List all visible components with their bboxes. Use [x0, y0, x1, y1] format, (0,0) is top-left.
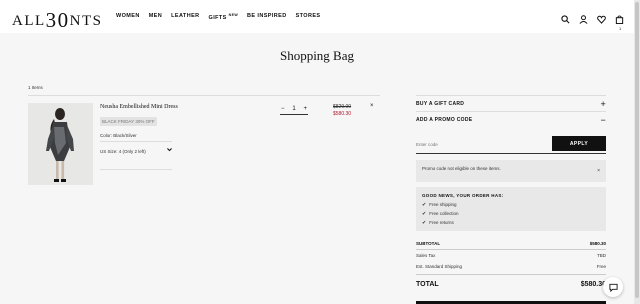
- order-benefits: GOOD NEWS, YOUR ORDER HAS: ✔ Free shippin…: [416, 187, 606, 231]
- total-row: TOTAL $580.30: [416, 281, 606, 288]
- gift-card-toggle[interactable]: BUY A GIFT CARD +: [416, 95, 606, 111]
- qty-value: 1: [292, 105, 296, 112]
- promo-notice: Promo code not eligible on these items. …: [416, 160, 606, 182]
- scrollbar[interactable]: [634, 0, 640, 304]
- nav-gifts-label: GIFTS: [208, 14, 227, 21]
- product-separator: [100, 141, 172, 142]
- qty-minus-button[interactable]: −: [281, 106, 285, 112]
- site-header: ALL30NTS WOMEN MEN LEATHER GIFTS NEW BE …: [0, 0, 640, 33]
- account-icon[interactable]: [579, 11, 588, 24]
- sale-price: $580.30: [333, 111, 352, 117]
- logo[interactable]: ALL30NTS: [12, 6, 103, 32]
- benefit-item: ✔ Free returns: [422, 220, 600, 226]
- apply-button[interactable]: APPLY: [552, 136, 606, 151]
- scrollbar-thumb[interactable]: [635, 2, 639, 298]
- benefit-label: Free shipping: [429, 202, 457, 207]
- benefit-item: ✔ Free shipping: [422, 202, 600, 208]
- shipping-value: Free: [596, 264, 606, 269]
- tax-row: Sales Tax TBD: [416, 253, 606, 258]
- benefit-label: Free returns: [429, 220, 454, 225]
- shipping-label: Est. Standard Shipping: [416, 264, 463, 269]
- logo-prefix: ALL: [12, 13, 46, 29]
- bag-divider: [28, 95, 380, 96]
- original-price: $829.00: [333, 104, 352, 110]
- promo-notice-text: Promo code not eligible on these items.: [422, 166, 501, 171]
- shipping-row: Est. Standard Shipping Free: [416, 264, 606, 269]
- header-icons: 1: [561, 11, 624, 31]
- check-icon: ✔: [422, 202, 427, 208]
- benefit-label: Free collection: [429, 211, 459, 216]
- benefits-title: GOOD NEWS, YOUR ORDER HAS:: [422, 193, 504, 198]
- bag-icon[interactable]: 1: [615, 11, 624, 31]
- items-count: 1 Items: [28, 85, 43, 90]
- benefit-item: ✔ Free collection: [422, 211, 600, 217]
- nav-men[interactable]: MEN: [149, 13, 162, 21]
- gift-card-label: BUY A GIFT CARD: [416, 100, 465, 107]
- nav-gifts-badge: NEW: [228, 13, 239, 17]
- subtotal-value: $580.30: [589, 241, 606, 246]
- logo-suffix: NTS: [69, 13, 103, 29]
- subtotal-row: SUBTOTAL $580.30: [416, 241, 606, 246]
- close-icon[interactable]: ×: [597, 168, 600, 174]
- summary-panel: BUY A GIFT CARD + ADD A PROMO CODE −: [416, 95, 606, 127]
- main-nav: WOMEN MEN LEATHER GIFTS NEW BE INSPIRED …: [116, 13, 321, 21]
- chevron-down-icon[interactable]: [166, 146, 173, 155]
- promo-badge: BLACK FRIDAY 30% OFF: [100, 117, 157, 126]
- promo-code-input[interactable]: [416, 138, 546, 150]
- product-image[interactable]: [28, 103, 93, 185]
- product-name[interactable]: Neusha Embellished Mini Dress: [100, 104, 178, 110]
- remove-item-button[interactable]: ×: [370, 103, 374, 109]
- promo-code-label: ADD A PROMO CODE: [416, 116, 473, 123]
- page-title: Shopping Bag: [279, 48, 355, 63]
- search-icon[interactable]: [561, 11, 570, 24]
- promo-form: APPLY: [416, 136, 606, 154]
- product-separator: [100, 169, 172, 170]
- wishlist-icon[interactable]: [597, 11, 606, 24]
- summary-divider: [416, 249, 606, 250]
- size-select[interactable]: US Size: 4 (Only 2 left): [100, 149, 146, 154]
- plus-icon: +: [600, 98, 606, 109]
- nav-leather[interactable]: LEATHER: [171, 13, 199, 21]
- product-color: Color: Black/Silver: [100, 133, 137, 138]
- nav-women[interactable]: WOMEN: [116, 13, 140, 21]
- check-icon: ✔: [422, 220, 427, 226]
- subtotal-label: SUBTOTAL: [416, 241, 441, 246]
- tax-value: TBD: [597, 253, 606, 258]
- quantity-stepper: − 1 +: [280, 103, 308, 115]
- check-icon: ✔: [422, 211, 427, 217]
- qty-plus-button[interactable]: +: [303, 106, 307, 112]
- summary-divider: [416, 274, 606, 275]
- tax-label: Sales Tax: [416, 253, 436, 258]
- bag-count: 1: [619, 26, 622, 31]
- nav-be-inspired[interactable]: BE INSPIRED: [247, 13, 287, 21]
- minus-icon: −: [600, 114, 606, 125]
- nav-stores[interactable]: STORES: [296, 13, 321, 21]
- chat-icon[interactable]: [603, 277, 623, 297]
- promo-code-toggle[interactable]: ADD A PROMO CODE −: [416, 111, 606, 127]
- logo-number: 30: [45, 8, 70, 32]
- total-label: TOTAL: [416, 281, 439, 288]
- nav-gifts[interactable]: GIFTS NEW: [209, 13, 239, 21]
